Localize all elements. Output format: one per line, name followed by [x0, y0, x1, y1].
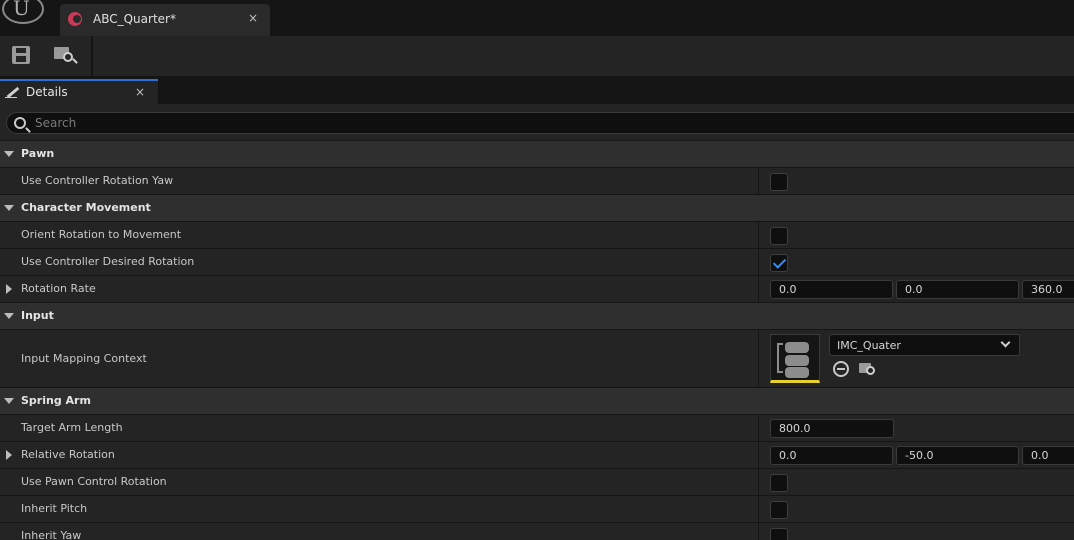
document-tab[interactable]: ABC_Quarter* × — [60, 4, 270, 36]
category-label: Input — [21, 309, 54, 322]
rotation-rate-x-field[interactable]: 0.0 — [770, 280, 893, 299]
asset-thumbnail[interactable] — [770, 334, 820, 383]
chevron-down-icon — [1000, 337, 1011, 348]
collapse-arrow-icon[interactable] — [4, 205, 14, 211]
column-splitter[interactable] — [758, 442, 759, 468]
property-row: Inherit Yaw — [0, 523, 1074, 540]
property-row: Use Controller Desired Rotation — [0, 249, 1074, 276]
category-input[interactable]: Input — [0, 303, 1074, 330]
property-row: Use Pawn Control Rotation — [0, 469, 1074, 496]
property-label: Use Controller Rotation Yaw — [21, 174, 174, 187]
column-splitter[interactable] — [758, 496, 759, 522]
unreal-logo-icon[interactable]: U — [2, 0, 44, 24]
column-splitter[interactable] — [758, 168, 759, 194]
column-splitter[interactable] — [758, 415, 759, 441]
category-label: Character Movement — [21, 201, 151, 214]
inherit-pitch-checkbox[interactable] — [770, 501, 788, 519]
search-icon — [14, 117, 26, 129]
input-mapping-context-dropdown[interactable]: IMC_Quater — [829, 334, 1020, 356]
input-mapping-icon — [785, 342, 809, 353]
rotation-rate-z-field[interactable]: 360.0 — [1022, 280, 1074, 299]
search-input[interactable] — [35, 115, 1035, 131]
collapse-arrow-icon[interactable] — [4, 398, 14, 404]
use-controller-rotation-yaw-checkbox[interactable] — [770, 173, 788, 191]
inherit-yaw-checkbox[interactable] — [770, 528, 788, 540]
collapse-arrow-icon[interactable] — [4, 313, 14, 319]
details-tab[interactable]: Details × — [0, 79, 158, 104]
property-label: Inherit Pitch — [21, 502, 88, 515]
expand-arrow-icon[interactable] — [6, 450, 12, 460]
property-row: Use Controller Rotation Yaw — [0, 168, 1074, 195]
search-row — [0, 104, 1074, 140]
property-row: Target Arm Length 800.0 — [0, 415, 1074, 442]
property-label: Use Pawn Control Rotation — [21, 475, 167, 488]
property-row: Rotation Rate 0.0 0.0 360.0 — [0, 276, 1074, 303]
property-row: Relative Rotation 0.0 -50.0 0.0 — [0, 442, 1074, 469]
browse-icon[interactable] — [54, 45, 78, 67]
blueprint-icon — [68, 12, 82, 26]
collapse-arrow-icon[interactable] — [4, 151, 14, 157]
toolbar-separator — [91, 36, 93, 76]
category-pawn[interactable]: Pawn — [0, 141, 1074, 168]
property-row: Inherit Pitch — [0, 496, 1074, 523]
rotation-rate-y-field[interactable]: 0.0 — [896, 280, 1019, 299]
category-spring-arm[interactable]: Spring Arm — [0, 388, 1074, 415]
column-splitter[interactable] — [758, 276, 759, 302]
column-splitter[interactable] — [758, 469, 759, 495]
property-row: Orient Rotation to Movement — [0, 222, 1074, 249]
magnifier-icon — [63, 52, 73, 62]
category-label: Spring Arm — [21, 394, 91, 407]
column-splitter[interactable] — [758, 330, 759, 387]
column-splitter[interactable] — [758, 523, 759, 540]
orient-rotation-to-movement-checkbox[interactable] — [770, 227, 788, 245]
target-arm-length-field[interactable]: 800.0 — [770, 419, 894, 438]
property-label: Rotation Rate — [21, 282, 96, 295]
property-label: Inherit Yaw — [21, 529, 82, 540]
column-splitter[interactable] — [758, 249, 759, 275]
browse-to-asset-icon[interactable] — [859, 361, 879, 377]
use-controller-desired-rotation-checkbox[interactable] — [770, 254, 788, 272]
property-row: Input Mapping Context IMC_Quater — [0, 330, 1074, 388]
details-tab-label: Details — [26, 85, 68, 99]
close-tab-icon[interactable]: × — [248, 11, 258, 25]
property-label: Input Mapping Context — [21, 352, 147, 365]
document-tab-title: ABC_Quarter* — [93, 12, 176, 26]
property-label: Target Arm Length — [21, 421, 123, 434]
category-character-movement[interactable]: Character Movement — [0, 195, 1074, 222]
expand-arrow-icon[interactable] — [6, 284, 12, 294]
search-box[interactable] — [6, 112, 1074, 134]
use-selected-asset-icon[interactable] — [833, 361, 849, 377]
use-pawn-control-rotation-checkbox[interactable] — [770, 474, 788, 492]
relative-rotation-z-field[interactable]: 0.0 — [1022, 446, 1074, 465]
category-label: Pawn — [21, 147, 55, 160]
column-splitter[interactable] — [758, 222, 759, 248]
property-label: Use Controller Desired Rotation — [21, 255, 195, 268]
property-label: Relative Rotation — [21, 448, 115, 461]
title-bar: U ABC_Quarter* × — [0, 0, 1074, 36]
property-label: Orient Rotation to Movement — [21, 228, 182, 241]
relative-rotation-y-field[interactable]: -50.0 — [896, 446, 1019, 465]
save-icon[interactable] — [12, 46, 30, 64]
panel-tab-bar: Details × — [0, 76, 1074, 104]
toolbar — [0, 36, 1074, 76]
dropdown-value: IMC_Quater — [837, 339, 901, 352]
relative-rotation-x-field[interactable]: 0.0 — [770, 446, 893, 465]
pencil-icon — [5, 86, 19, 98]
close-details-icon[interactable]: × — [135, 85, 145, 99]
